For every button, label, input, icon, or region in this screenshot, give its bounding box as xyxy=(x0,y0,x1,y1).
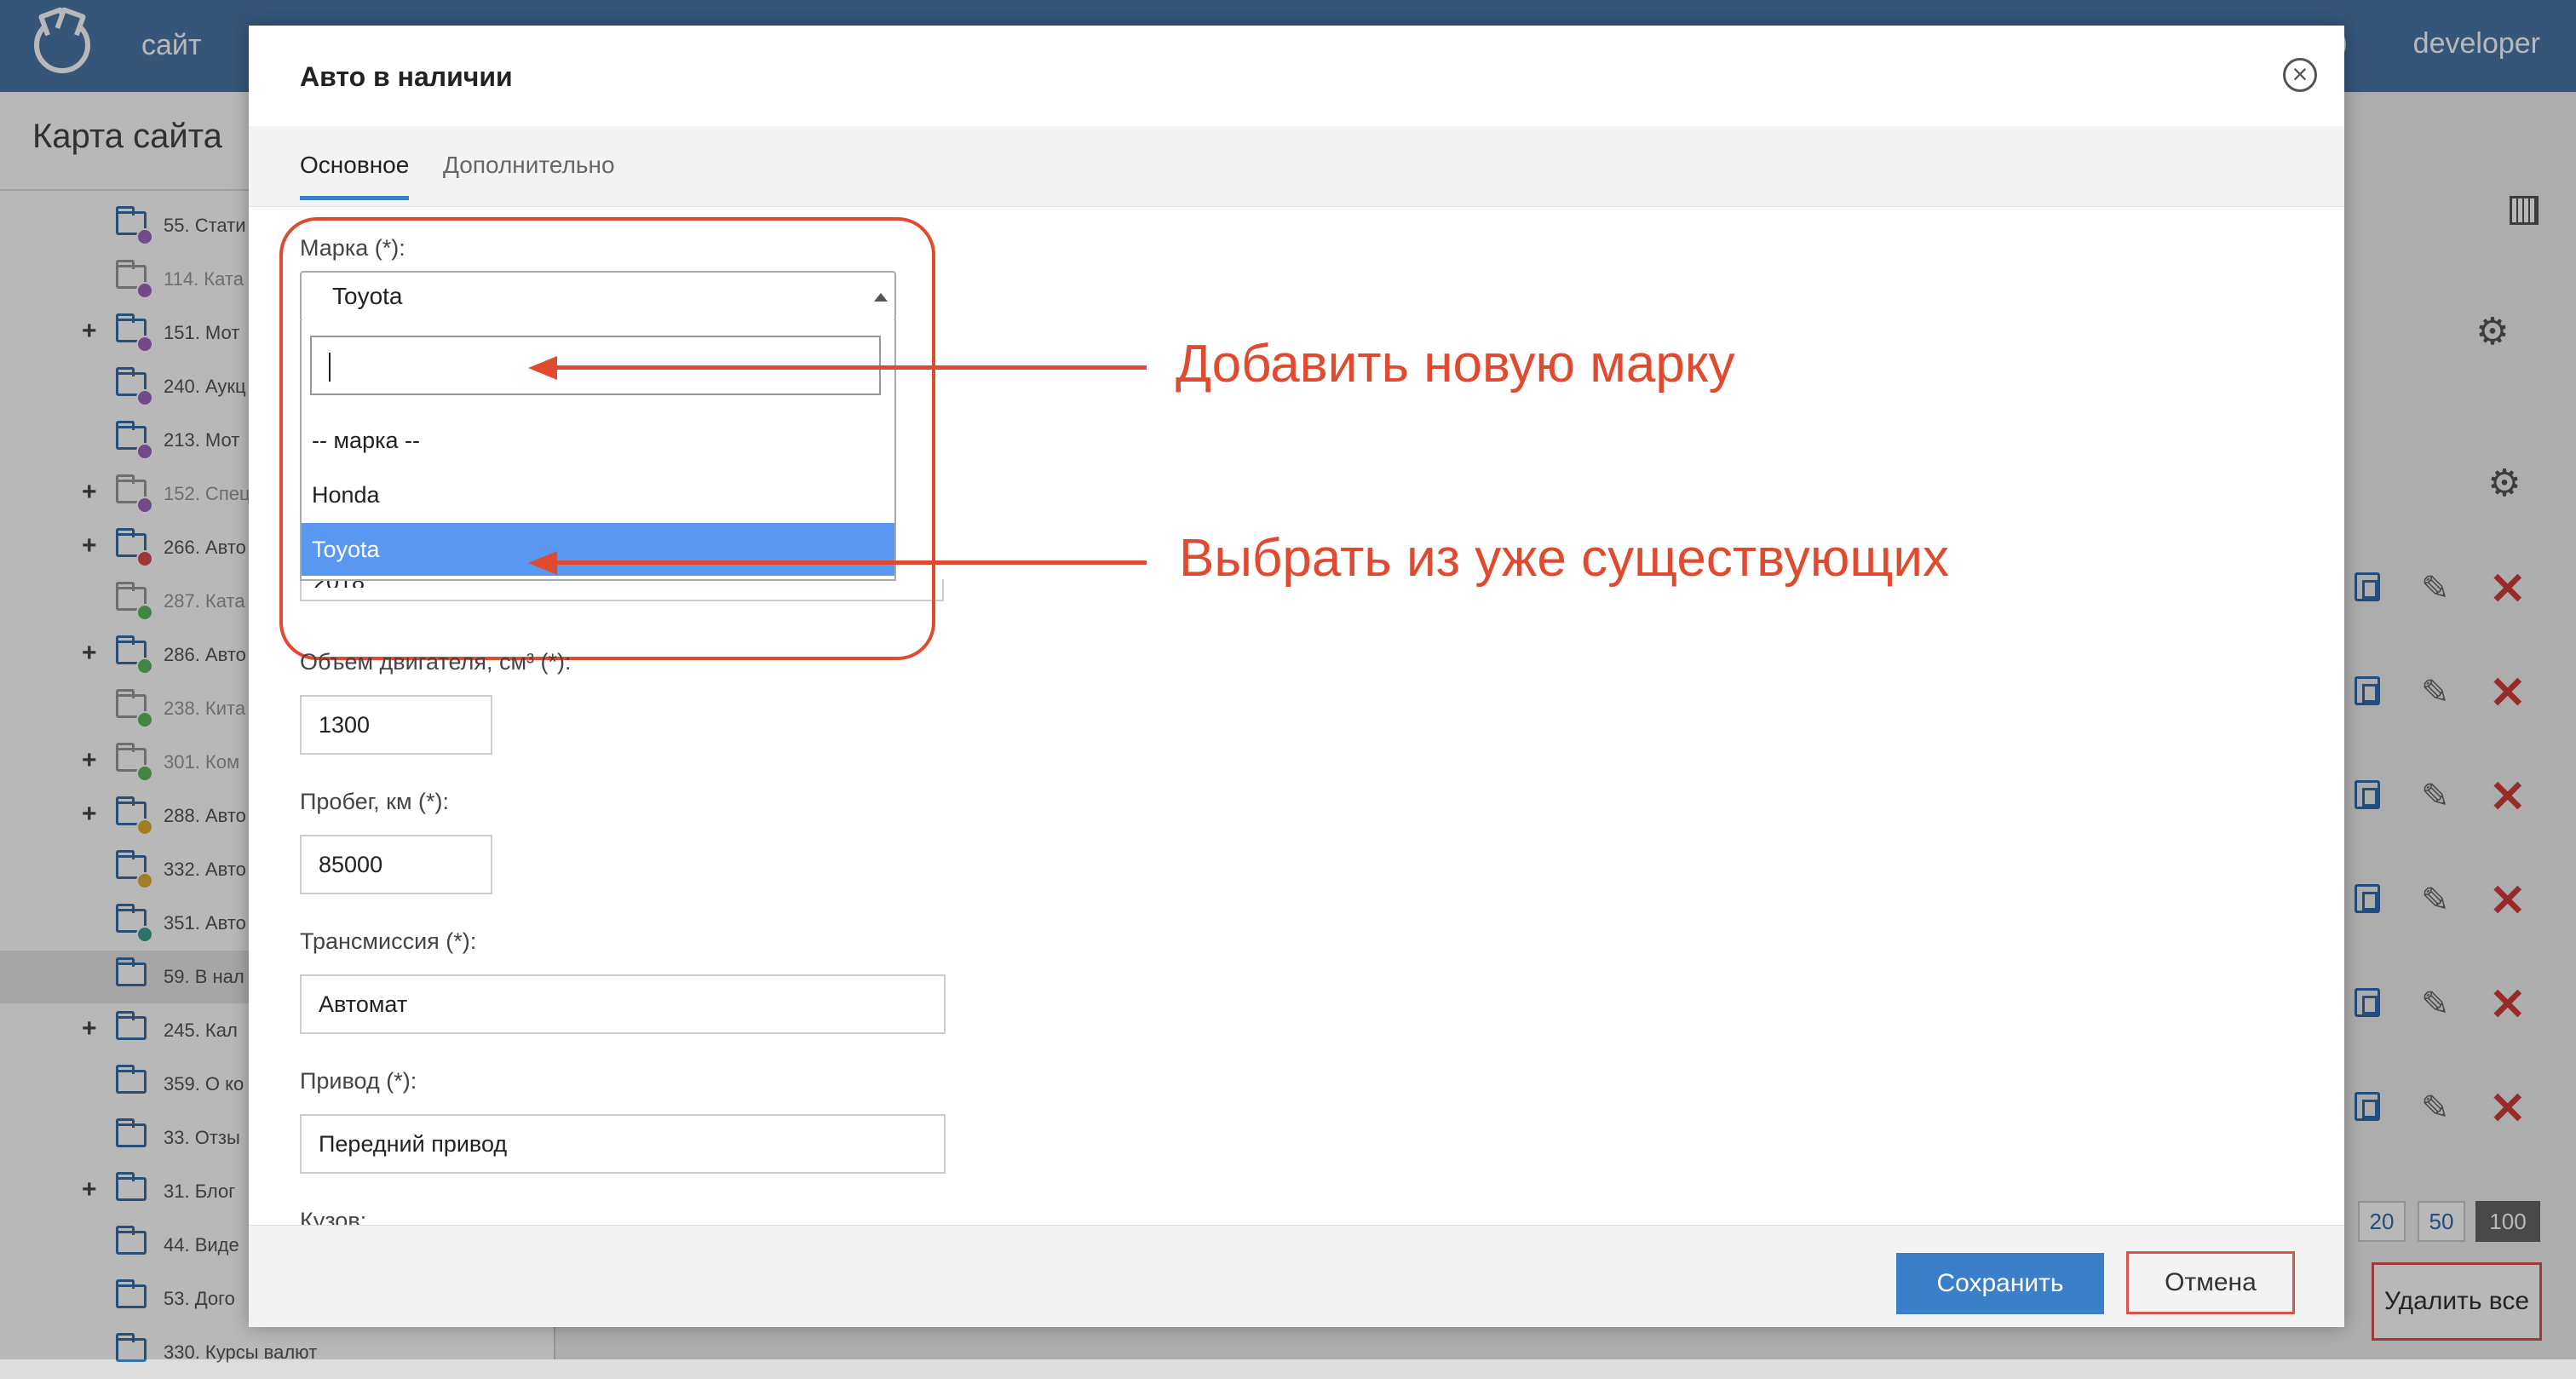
cancel-button[interactable]: Отмена xyxy=(2126,1251,2295,1314)
modal-footer: Сохранить Отмена xyxy=(249,1225,2344,1327)
drive-label: Привод (*): xyxy=(300,1068,417,1094)
annotation-arrow-line xyxy=(552,365,1147,370)
highlight-frame xyxy=(279,217,935,660)
annotation-arrow-line xyxy=(552,560,1147,565)
drive-input[interactable]: Передний привод xyxy=(300,1114,946,1174)
tab-main[interactable]: Основное xyxy=(300,152,410,200)
annotation-choose-existing: Выбрать из уже существующих xyxy=(1179,529,1950,588)
arrow-left-icon xyxy=(528,551,557,575)
edit-modal: Авто в наличии × Основное Дополнительно … xyxy=(249,26,2344,1327)
mileage-input[interactable]: 85000 xyxy=(300,835,492,894)
engine-label: Объем двигателя, см³ (*): xyxy=(300,649,572,675)
tab-bar: Основное Дополнительно xyxy=(249,126,2344,207)
mileage-label: Пробег, км (*): xyxy=(300,789,450,814)
save-button[interactable]: Сохранить xyxy=(1896,1253,2104,1314)
tab-extra[interactable]: Дополнительно xyxy=(443,152,615,196)
arrow-left-icon xyxy=(528,356,557,380)
transmission-input[interactable]: Автомат xyxy=(300,974,946,1034)
close-icon[interactable]: × xyxy=(2283,58,2317,92)
transmission-label: Трансмиссия (*): xyxy=(300,928,477,954)
modal-title: Авто в наличии xyxy=(300,61,513,92)
annotation-add-brand: Добавить новую марку xyxy=(1176,335,1735,394)
engine-input[interactable]: 1300 xyxy=(300,695,492,755)
